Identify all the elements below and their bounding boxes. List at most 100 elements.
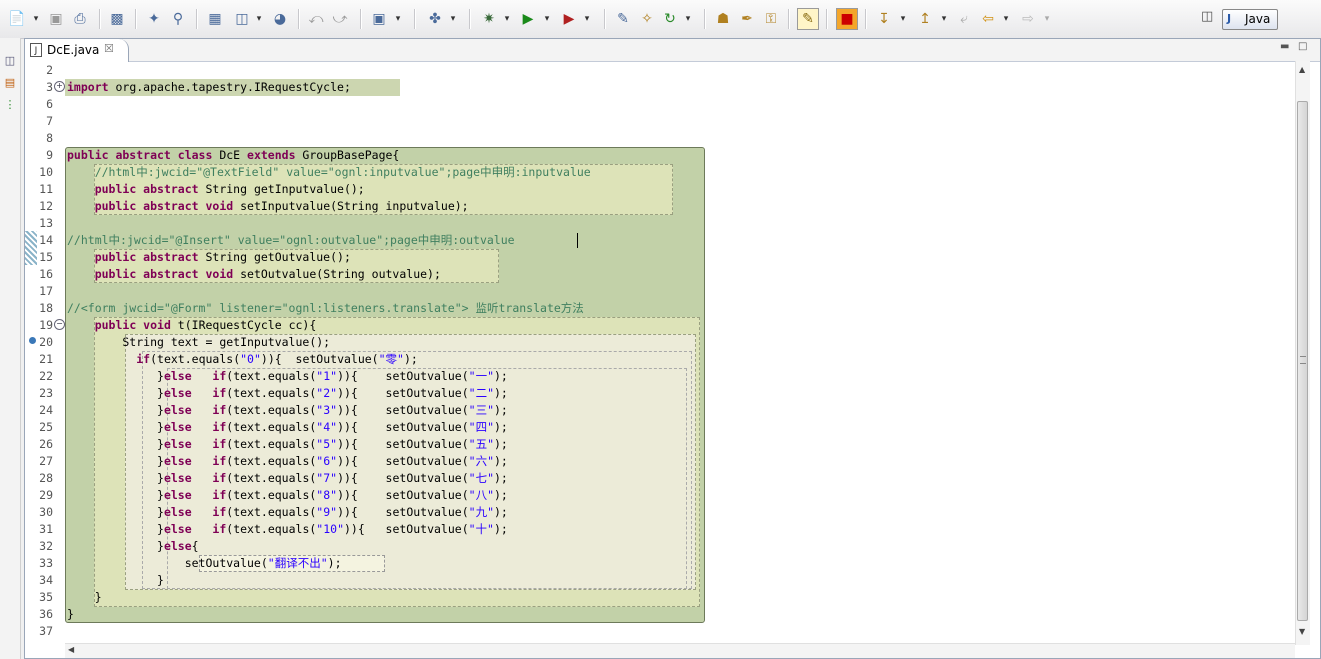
next-annotation-icon[interactable]: ↧	[876, 11, 892, 27]
line-number: 36	[39, 607, 53, 621]
new-wizard-icon[interactable]: ✤	[427, 11, 443, 27]
redo-icon[interactable]: ⤻	[332, 11, 348, 27]
expand-fold-icon[interactable]: +	[54, 81, 65, 92]
line-number: 37	[39, 624, 53, 638]
code-token: (text.equals(	[226, 522, 317, 536]
new-web-dropdown-icon[interactable]: ▾	[255, 12, 263, 26]
code-token: }	[67, 454, 164, 468]
new-icon[interactable]: 📄	[8, 11, 25, 27]
close-icon[interactable]: ☒	[104, 42, 114, 55]
minimize-icon[interactable]: ▬	[1280, 41, 1289, 52]
outline-view-icon[interactable]: ⋮	[3, 98, 17, 112]
hierarchy-view-icon[interactable]: ▤	[3, 76, 17, 90]
forward-icon[interactable]: ⇨	[1020, 11, 1036, 27]
refresh-icon[interactable]: ↻	[662, 11, 678, 27]
back-icon[interactable]: ⇦	[980, 11, 996, 27]
code-token: else	[163, 505, 192, 519]
tab-dce-java[interactable]: J DcE.java ☒	[25, 39, 129, 62]
prev-annotation-dropdown-icon[interactable]: ▾	[940, 12, 948, 26]
code-token: "5"	[316, 437, 338, 451]
new-class-icon[interactable]: ✦	[146, 11, 162, 27]
code-token: (text.equals(	[226, 369, 317, 383]
java-perspective-label: Java	[1245, 12, 1271, 26]
text-cursor	[577, 233, 578, 248]
code-line: }else if(text.equals("3")){ setOutvalue(…	[67, 402, 508, 419]
search-icon[interactable]: ⚲	[170, 11, 186, 27]
camera-dropdown-icon[interactable]: ▾	[394, 12, 402, 26]
code-token: (text.equals(	[226, 386, 317, 400]
line-number: 33	[39, 556, 53, 570]
run-dropdown-icon[interactable]: ▾	[543, 12, 551, 26]
code-line: }	[67, 589, 102, 606]
code-line: //html中:jwcid="@Insert" value="ognl:outv…	[67, 232, 515, 249]
print-icon[interactable]: ⎙	[72, 11, 88, 27]
code-token: public abstract void	[94, 199, 234, 213]
code-token: "翻译不出"	[267, 556, 328, 570]
code-token: )){ setOutvalue(	[337, 369, 469, 383]
code-token: if	[212, 437, 227, 451]
collapse-fold-icon[interactable]: −	[54, 319, 65, 330]
new-package-icon[interactable]: ▦	[207, 11, 223, 27]
forward-dropdown-icon[interactable]: ▾	[1043, 12, 1051, 26]
new-wizard-dropdown-icon[interactable]: ▾	[449, 12, 457, 26]
code-area[interactable]: + − 2 3 import org.apache.tapestry.IReques…	[25, 61, 1295, 643]
code-token: );	[494, 488, 508, 502]
java-perspective-button[interactable]: J Java	[1222, 9, 1278, 30]
vertical-scroll-thumb[interactable]	[1297, 101, 1308, 621]
code-token: (text.equals(	[150, 352, 241, 366]
stop-icon: ■	[840, 11, 854, 27]
code-token: "七"	[468, 471, 494, 485]
back-dropdown-icon[interactable]: ▾	[1002, 12, 1010, 26]
debug-icon[interactable]: ✷	[481, 11, 497, 27]
maximize-icon[interactable]: □	[1298, 41, 1307, 52]
code-token: if	[212, 403, 227, 417]
code-token: else	[163, 420, 192, 434]
new-dropdown-icon[interactable]: ▾	[32, 12, 40, 26]
pen-icon[interactable]: ✒	[739, 11, 755, 27]
open-perspective-icon[interactable]: ◫	[1201, 9, 1215, 25]
line-number: 12	[39, 199, 53, 213]
code-line: public abstract void setOutvalue(String …	[67, 266, 441, 283]
code-token: "8"	[316, 488, 338, 502]
next-annotation-dropdown-icon[interactable]: ▾	[899, 12, 907, 26]
horizontal-scrollbar[interactable]: ◀	[65, 643, 1295, 658]
vertical-scrollbar[interactable]: ▲ ▼	[1295, 61, 1310, 645]
undo-icon[interactable]: ⤺	[308, 11, 324, 27]
new-web-icon[interactable]: ◫	[234, 11, 250, 27]
scroll-up-icon[interactable]: ▲	[1299, 65, 1305, 74]
prev-annotation-icon[interactable]: ↥	[917, 11, 933, 27]
code-token: setOutvalue(	[67, 556, 268, 570]
code-line: }	[67, 572, 164, 589]
globe-icon[interactable]: ◕	[272, 11, 288, 27]
code-token: GroupBasePage{	[295, 148, 400, 162]
restore-icon[interactable]: ◫	[3, 54, 17, 68]
save-icon[interactable]: ▣	[48, 11, 64, 27]
open-type-icon[interactable]: ▩	[109, 11, 125, 27]
code-token: //html中:jwcid="@Insert" value="ognl:outv…	[67, 233, 515, 247]
open-folder-icon[interactable]: ☗	[715, 11, 731, 27]
code-token: "3"	[316, 403, 338, 417]
run-external-dropdown-icon[interactable]: ▾	[583, 12, 591, 26]
code-line: //<form jwcid="@Form" listener="ognl:lis…	[67, 300, 584, 317]
line-number: 20	[39, 335, 53, 349]
scroll-down-icon[interactable]: ▼	[1299, 627, 1305, 636]
refresh-dropdown-icon[interactable]: ▾	[684, 12, 692, 26]
new-file-icon[interactable]: ✎	[615, 11, 631, 27]
code-token: }	[67, 471, 164, 485]
line-number: 29	[39, 488, 53, 502]
code-token: )){ setOutvalue(	[344, 522, 469, 536]
last-edit-icon[interactable]: ⤶	[956, 11, 972, 27]
scroll-left-icon[interactable]: ◀	[68, 645, 74, 654]
run-icon[interactable]: ▶	[520, 11, 536, 27]
key-icon[interactable]: ⚿	[763, 11, 779, 27]
run-external-icon[interactable]: ▶	[561, 11, 577, 27]
new-folder-icon[interactable]: ✧	[639, 11, 655, 27]
debug-dropdown-icon[interactable]: ▾	[503, 12, 511, 26]
code-token: );	[494, 437, 508, 451]
camera-icon[interactable]: ▣	[371, 11, 387, 27]
